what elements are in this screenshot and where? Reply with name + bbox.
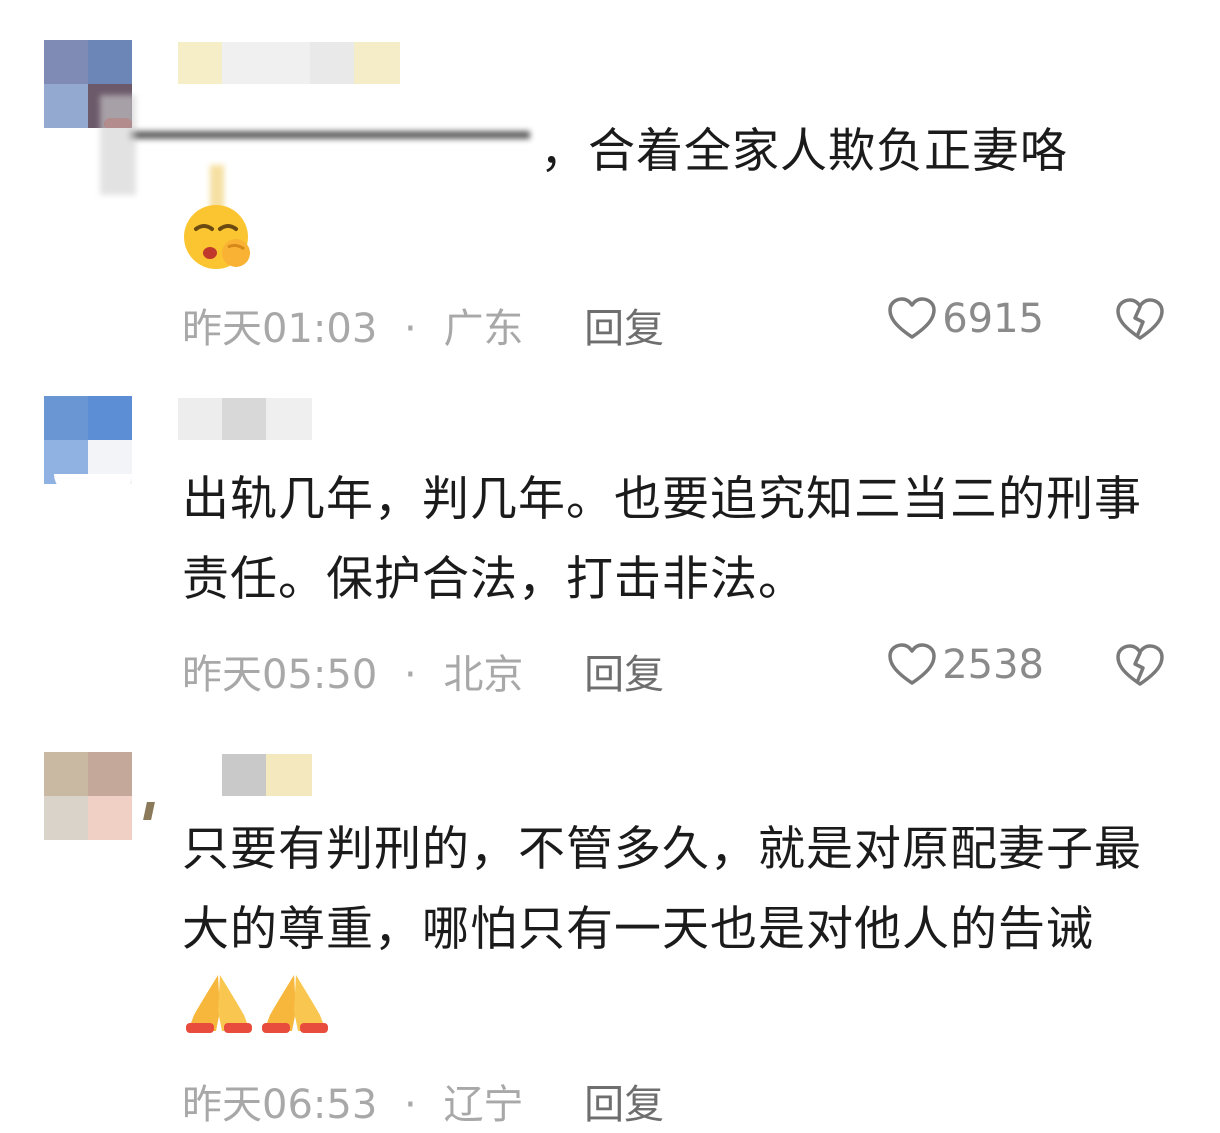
like-button[interactable]: 2538 — [888, 642, 1044, 688]
broken-heart-icon — [1116, 298, 1164, 342]
mention-redacted[interactable] — [100, 95, 535, 225]
timestamp: 昨天05:50 — [182, 652, 378, 698]
avatar[interactable] — [44, 396, 132, 484]
comment-text: ，合着全家人欺负正妻咯 — [540, 124, 1068, 179]
username-redacted[interactable] — [178, 398, 312, 440]
username-redacted[interactable] — [178, 42, 400, 84]
timestamp: 昨天01:03 — [182, 306, 378, 352]
folded-hands-icon — [182, 971, 332, 1035]
avatar[interactable] — [44, 752, 132, 840]
separator: · — [404, 652, 417, 698]
dislike-button[interactable] — [1116, 298, 1164, 342]
comment-meta: 昨天05:50 · 北京 回复 — [182, 642, 664, 700]
location: 北京 — [443, 652, 524, 698]
broken-heart-icon — [1116, 644, 1164, 688]
location: 辽宁 — [443, 1082, 524, 1128]
timestamp: 昨天06:53 — [182, 1082, 378, 1128]
like-button[interactable]: 6915 — [888, 296, 1044, 342]
comment-meta: 昨天06:53 · 辽宁 回复 — [182, 1072, 664, 1130]
separator: · — [404, 1082, 417, 1128]
separator: · — [404, 306, 417, 352]
comment-meta: 昨天01:03 · 广东 回复 — [182, 296, 664, 354]
reply-button[interactable]: 回复 — [584, 306, 664, 352]
reply-button[interactable]: 回复 — [584, 652, 664, 698]
comment-item: 出轨几年，判几年。也要追究知三当三的刑事责任。保护合法，打击非法。 昨天05:5… — [0, 380, 1220, 730]
heart-icon — [888, 297, 936, 341]
username-redacted[interactable] — [222, 754, 312, 796]
comment-item: 只要有判刑的，不管多久，就是对原配妻子最大的尊重，哪怕只有一天也是对他人的告诫 … — [0, 730, 1220, 1133]
dislike-button[interactable] — [1116, 644, 1164, 688]
face-with-hand-over-mouth-icon — [180, 203, 256, 273]
decorative-mark — [143, 802, 155, 820]
comment-text: 只要有判刑的，不管多久，就是对原配妻子最大的尊重，哪怕只有一天也是对他人的告诫 — [182, 810, 1172, 1050]
location: 广东 — [443, 306, 524, 352]
like-count: 6915 — [942, 296, 1044, 342]
comment-item: ，合着全家人欺负正妻咯 昨天01:03 · 广东 回复 6915 — [0, 0, 1220, 380]
reply-button[interactable]: 回复 — [584, 1082, 664, 1128]
like-count: 2538 — [942, 642, 1044, 688]
comment-text: 出轨几年，判几年。也要追究知三当三的刑事责任。保护合法，打击非法。 — [182, 472, 1142, 607]
heart-icon — [888, 643, 936, 687]
